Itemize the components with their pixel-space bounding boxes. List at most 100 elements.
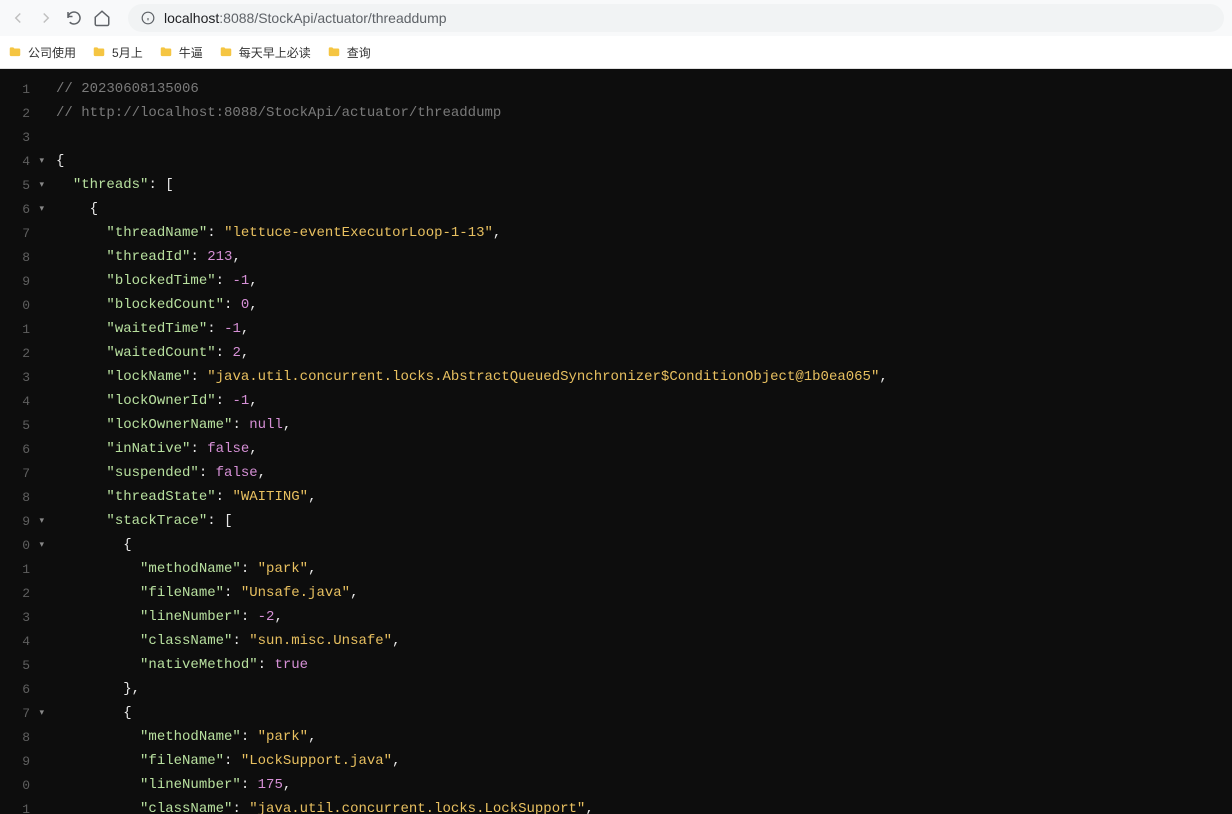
line-number: 7 (12, 226, 30, 241)
token-string: "java.util.concurrent.locks.AbstractQueu… (207, 369, 879, 385)
token-brace: { (123, 705, 131, 721)
gutter-line: 1 (0, 797, 48, 814)
token-string: "Unsafe.java" (241, 585, 350, 601)
token-key: "threads" (73, 177, 149, 193)
token-key: "className" (140, 801, 232, 814)
fold-icon[interactable]: ▾ (34, 180, 44, 190)
gutter-line: 5 (0, 653, 48, 677)
token-colon: : (258, 657, 275, 673)
gutter-line: 6▾ (0, 197, 48, 221)
token-punct: , (308, 489, 316, 505)
gutter-line: 9 (0, 269, 48, 293)
bookmark-label: 公司使用 (28, 44, 76, 61)
token-colon: : (224, 753, 241, 769)
code-line: "threadId": 213, (56, 245, 1232, 269)
code-content[interactable]: // 20230608135006// http://localhost:808… (48, 69, 1232, 814)
folder-icon (159, 45, 173, 59)
token-null: null (249, 417, 283, 433)
line-number: 7 (12, 706, 30, 721)
fold-icon[interactable]: ▾ (34, 516, 44, 526)
token-punct: , (249, 273, 257, 289)
gutter-line: 9▾ (0, 509, 48, 533)
token-colon: : (232, 801, 249, 814)
fold-icon[interactable]: ▾ (34, 204, 44, 214)
token-colon: : (232, 417, 249, 433)
info-icon[interactable] (140, 10, 156, 26)
code-line: // 20230608135006 (56, 77, 1232, 101)
token-punct: , (308, 729, 316, 745)
gutter-line: 2 (0, 341, 48, 365)
url-path: /StockApi/actuator/threaddump (254, 10, 446, 26)
bookmark-item[interactable]: 牛逼 (159, 44, 203, 61)
token-key: "blockedCount" (106, 297, 224, 313)
token-punct: , (392, 753, 400, 769)
token-key: "stackTrace" (106, 513, 207, 529)
line-number: 5 (12, 658, 30, 673)
url-host: localhost (164, 10, 219, 26)
bookmark-item[interactable]: 每天早上必读 (219, 44, 311, 61)
line-number: 2 (12, 346, 30, 361)
gutter-line: 5▾ (0, 173, 48, 197)
token-punct: , (283, 777, 291, 793)
token-colon: : (148, 177, 165, 193)
code-line: "lineNumber": 175, (56, 773, 1232, 797)
token-key: "nativeMethod" (140, 657, 258, 673)
bookmark-item[interactable]: 查询 (327, 44, 371, 61)
line-number: 3 (12, 130, 30, 145)
token-string: "park" (258, 561, 308, 577)
token-brace: { (90, 201, 98, 217)
url-bar[interactable]: localhost:8088/StockApi/actuator/threadd… (128, 4, 1224, 32)
line-number: 8 (12, 490, 30, 505)
gutter-line: 7 (0, 461, 48, 485)
token-key: "threadName" (106, 225, 207, 241)
gutter-line: 1 (0, 77, 48, 101)
fold-icon[interactable]: ▾ (34, 156, 44, 166)
token-colon: : (207, 225, 224, 241)
gutter-line: 5 (0, 413, 48, 437)
token-colon: : (224, 297, 241, 313)
forward-icon[interactable] (36, 8, 56, 28)
token-colon: : (224, 585, 241, 601)
url-text: localhost:8088/StockApi/actuator/threadd… (164, 10, 447, 26)
back-icon[interactable] (8, 8, 28, 28)
code-line: { (56, 197, 1232, 221)
code-line: "methodName": "park", (56, 725, 1232, 749)
bookmark-item[interactable]: 公司使用 (8, 44, 76, 61)
code-line: "fileName": "Unsafe.java", (56, 581, 1232, 605)
bookmark-label: 5月上 (112, 44, 143, 61)
code-line: "threadName": "lettuce-eventExecutorLoop… (56, 221, 1232, 245)
token-number: -1 (232, 393, 249, 409)
code-line: "lineNumber": -2, (56, 605, 1232, 629)
line-number: 5 (12, 178, 30, 193)
token-punct: , (493, 225, 501, 241)
fold-icon[interactable]: ▾ (34, 708, 44, 718)
code-line: "methodName": "park", (56, 557, 1232, 581)
token-key: "lineNumber" (140, 609, 241, 625)
code-line: }, (56, 677, 1232, 701)
token-brace: { (56, 153, 64, 169)
token-colon: : (216, 345, 233, 361)
gutter-line: 8 (0, 485, 48, 509)
token-key: "threadId" (106, 249, 190, 265)
url-port: :8088 (219, 10, 254, 26)
reload-icon[interactable] (64, 8, 84, 28)
fold-icon[interactable]: ▾ (34, 540, 44, 550)
token-bool: false (216, 465, 258, 481)
line-number: 1 (12, 82, 30, 97)
code-line: "threads": [ (56, 173, 1232, 197)
gutter-line: 7▾ (0, 701, 48, 725)
token-number: 2 (232, 345, 240, 361)
line-number: 3 (12, 610, 30, 625)
gutter-line: 3 (0, 605, 48, 629)
home-icon[interactable] (92, 8, 112, 28)
line-number: 4 (12, 634, 30, 649)
bookmark-item[interactable]: 5月上 (92, 44, 143, 61)
line-number: 2 (12, 586, 30, 601)
line-number: 9 (12, 274, 30, 289)
line-number: 8 (12, 730, 30, 745)
code-line: { (56, 149, 1232, 173)
code-line: // http://localhost:8088/StockApi/actuat… (56, 101, 1232, 125)
line-number: 1 (12, 322, 30, 337)
line-number: 9 (12, 514, 30, 529)
gutter-line: 4▾ (0, 149, 48, 173)
